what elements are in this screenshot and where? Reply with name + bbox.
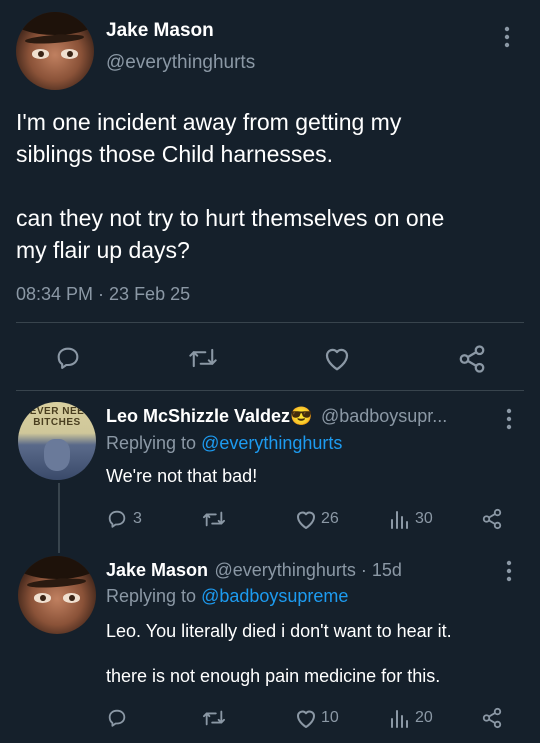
reply-text: We're not that bad! (106, 466, 258, 486)
more-icon[interactable] (503, 26, 511, 48)
replying-to-handle[interactable]: @everythinghurts (201, 433, 342, 453)
divider (16, 322, 524, 323)
replying-to-label: Replying to (106, 433, 197, 453)
reply-author-handle[interactable]: @everythinghurts · 15d (215, 560, 402, 580)
reply-author-avatar[interactable] (18, 556, 96, 634)
tweet-text-line: can they not try to hurt themselves on o… (16, 205, 445, 231)
tweet-text: I'm one incident away from getting my si… (16, 106, 526, 266)
share-icon[interactable] (481, 707, 503, 729)
replying-to-label: Replying to (106, 586, 197, 606)
author-avatar[interactable] (16, 12, 94, 90)
more-icon[interactable] (505, 560, 513, 582)
author-handle[interactable]: @everythinghurts (106, 52, 255, 74)
like-icon[interactable] (322, 344, 352, 372)
reply-author-name[interactable]: Leo McShizzle Valdez (106, 406, 290, 426)
share-icon[interactable] (457, 344, 487, 374)
replying-to-handle[interactable]: @badboysupreme (201, 586, 348, 606)
like-count: 26 (321, 510, 339, 527)
tweet-timestamp[interactable]: 08:34 PM · 23 Feb 25 (16, 284, 190, 305)
reply-author-name[interactable]: Jake Mason (106, 560, 208, 580)
view-count: 30 (415, 510, 433, 527)
reply-text: there is not enough pain medicine for th… (106, 666, 441, 686)
reply-author-handle[interactable]: @badboysupr... (321, 406, 447, 426)
divider (16, 390, 524, 391)
retweet-icon[interactable] (202, 707, 226, 729)
view-count: 20 (415, 709, 433, 726)
avatar-caption: NEVER NEED (21, 406, 92, 417)
retweet-icon[interactable] (188, 344, 218, 372)
tweet-text-line: siblings those Child harnesses. (16, 141, 334, 167)
reply-icon[interactable] (54, 344, 82, 372)
reply-icon[interactable] (106, 707, 128, 729)
reply-author-avatar[interactable]: NEVER NEED BITCHES (18, 402, 96, 480)
more-icon[interactable] (505, 408, 513, 430)
tweet-text-line: I'm one incident away from getting my (16, 109, 402, 135)
views-icon[interactable] (388, 707, 410, 729)
retweet-icon[interactable] (202, 508, 226, 530)
share-icon[interactable] (481, 508, 503, 530)
author-name[interactable]: Jake Mason (106, 20, 214, 42)
avatar-caption: BITCHES (33, 417, 81, 428)
views-icon[interactable] (388, 508, 410, 530)
reply-count: 3 (133, 510, 142, 527)
thread-connector (58, 483, 60, 553)
reply-text: Leo. You literally died i don't want to … (106, 621, 452, 641)
like-icon[interactable] (294, 508, 318, 530)
like-count: 10 (321, 709, 339, 726)
tweet-text-line: my flair up days? (16, 237, 190, 263)
reply-icon[interactable] (106, 508, 128, 530)
sunglasses-emoji-icon: 😎 (290, 406, 313, 426)
like-icon[interactable] (294, 707, 318, 729)
